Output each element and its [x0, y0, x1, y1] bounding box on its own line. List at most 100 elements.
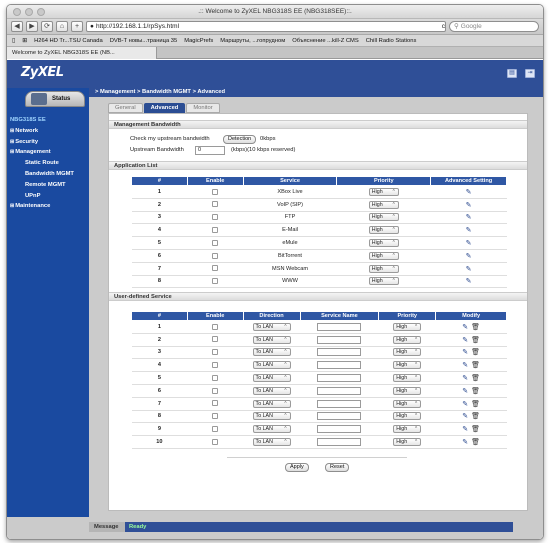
wizard-icon[interactable]: ▤ [507, 69, 517, 78]
grid-view-icon[interactable]: ⊞ [22, 38, 27, 44]
bookmark-item[interactable]: DVB-T новы...траница 35 [110, 38, 178, 44]
bookmark-item[interactable]: H264 HD Tr...TSU Canada [34, 38, 103, 44]
direction-select[interactable]: To LAN [252, 361, 291, 370]
edit-icon[interactable]: ✎ [462, 361, 468, 369]
enable-checkbox[interactable] [212, 214, 219, 221]
service-name-input[interactable] [317, 399, 362, 408]
priority-select[interactable]: High [368, 251, 399, 260]
priority-select[interactable]: High [393, 348, 422, 357]
sidebar-item-security[interactable]: Security [10, 137, 74, 148]
trash-icon[interactable]: 🗑 [471, 323, 480, 331]
priority-select[interactable]: High [393, 412, 422, 421]
tab-advanced[interactable]: Advanced [143, 103, 186, 113]
edit-icon[interactable]: ✎ [462, 323, 468, 331]
trash-icon[interactable]: 🗑 [471, 374, 480, 382]
enable-checkbox[interactable] [212, 336, 219, 343]
priority-select[interactable]: High [393, 386, 422, 395]
reset-button[interactable]: Reset [325, 463, 350, 472]
service-name-input[interactable] [317, 438, 362, 447]
edit-icon[interactable]: ✎ [462, 374, 468, 382]
priority-select[interactable]: High [393, 361, 422, 370]
enable-checkbox[interactable] [212, 413, 219, 420]
logout-icon[interactable]: ⇥ [525, 69, 535, 78]
service-name-input[interactable] [317, 374, 362, 383]
priority-select[interactable]: High [368, 264, 399, 273]
direction-select[interactable]: To LAN [252, 438, 291, 447]
trash-icon[interactable]: 🗑 [471, 336, 480, 344]
zoom-window-button[interactable] [37, 8, 45, 16]
enable-checkbox[interactable] [212, 278, 219, 285]
direction-select[interactable]: To LAN [252, 386, 291, 395]
trash-icon[interactable]: 🗑 [471, 387, 480, 395]
edit-icon[interactable]: ✎ [462, 336, 468, 344]
bookmark-item[interactable]: Маршруты, ...гопрудном [220, 38, 285, 44]
enable-checkbox[interactable] [212, 362, 219, 369]
edit-icon[interactable]: ✎ [466, 226, 472, 234]
priority-select[interactable]: High [368, 187, 399, 196]
priority-select[interactable]: High [368, 213, 399, 222]
apply-button[interactable]: Apply [285, 463, 309, 472]
sidebar-item-static-route[interactable]: Static Route [10, 158, 74, 169]
enable-checkbox[interactable] [212, 400, 219, 407]
enable-checkbox[interactable] [212, 227, 219, 234]
reload-small-icon[interactable]: c [442, 22, 445, 31]
sidebar-item-upnp[interactable]: UPnP [10, 191, 74, 202]
tab-general[interactable]: General [108, 103, 143, 113]
service-name-input[interactable] [317, 412, 362, 421]
bookmark-item[interactable]: MagicPrefs [184, 38, 213, 44]
edit-icon[interactable]: ✎ [466, 252, 472, 260]
status-button[interactable]: Status [25, 91, 85, 107]
enable-checkbox[interactable] [212, 252, 219, 259]
trash-icon[interactable]: 🗑 [471, 348, 480, 356]
edit-icon[interactable]: ✎ [462, 400, 468, 408]
direction-select[interactable]: To LAN [252, 348, 291, 357]
address-bar[interactable]: ● http://192.168.1.1/rpSys.html c [86, 21, 446, 32]
detection-button[interactable]: Detection [223, 135, 257, 144]
trash-icon[interactable]: 🗑 [471, 361, 480, 369]
service-name-input[interactable] [317, 386, 362, 395]
enable-checkbox[interactable] [212, 438, 219, 445]
priority-select[interactable]: High [368, 277, 399, 286]
priority-select[interactable]: High [368, 226, 399, 235]
priority-select[interactable]: High [393, 425, 422, 434]
priority-select[interactable]: High [393, 374, 422, 383]
edit-icon[interactable]: ✎ [462, 387, 468, 395]
reload-button[interactable]: ⟳ [41, 21, 53, 32]
priority-select[interactable]: High [393, 438, 422, 447]
upstream-bandwidth-input[interactable]: 0 [195, 146, 225, 155]
sidebar-item-network[interactable]: Network [10, 126, 74, 137]
direction-select[interactable]: To LAN [252, 399, 291, 408]
enable-checkbox[interactable] [212, 387, 219, 394]
browser-tab[interactable]: Welcome to ZyXEL NBG318S EE (NB... [7, 47, 157, 59]
direction-select[interactable]: To LAN [252, 374, 291, 383]
priority-select[interactable]: High [393, 399, 422, 408]
priority-select[interactable]: High [393, 322, 422, 331]
priority-select[interactable]: High [368, 239, 399, 248]
service-name-input[interactable] [317, 335, 362, 344]
home-button[interactable]: ⌂ [56, 21, 68, 32]
add-bookmark-button[interactable]: + [71, 21, 83, 32]
direction-select[interactable]: To LAN [252, 425, 291, 434]
direction-select[interactable]: To LAN [252, 412, 291, 421]
edit-icon[interactable]: ✎ [466, 201, 472, 209]
tab-monitor[interactable]: Monitor [186, 103, 220, 113]
sidebar-item-maintenance[interactable]: Maintenance [10, 201, 74, 212]
enable-checkbox[interactable] [212, 239, 219, 246]
bookmark-item[interactable]: Chill Radio Stations [366, 38, 417, 44]
enable-checkbox[interactable] [212, 426, 219, 433]
sidebar-item-remote-mgmt[interactable]: Remote MGMT [10, 180, 74, 191]
direction-select[interactable]: To LAN [252, 322, 291, 331]
edit-icon[interactable]: ✎ [466, 265, 472, 273]
close-window-button[interactable] [13, 8, 21, 16]
sidebar-item-management[interactable]: Management [10, 147, 74, 158]
service-name-input[interactable] [317, 348, 362, 357]
edit-icon[interactable]: ✎ [462, 412, 468, 420]
edit-icon[interactable]: ✎ [466, 239, 472, 247]
enable-checkbox[interactable] [212, 374, 219, 381]
service-name-input[interactable] [317, 425, 362, 434]
edit-icon[interactable]: ✎ [466, 188, 472, 196]
edit-icon[interactable]: ✎ [462, 348, 468, 356]
priority-select[interactable]: High [368, 200, 399, 209]
back-button[interactable]: ◀ [11, 21, 23, 32]
enable-checkbox[interactable] [212, 349, 219, 356]
